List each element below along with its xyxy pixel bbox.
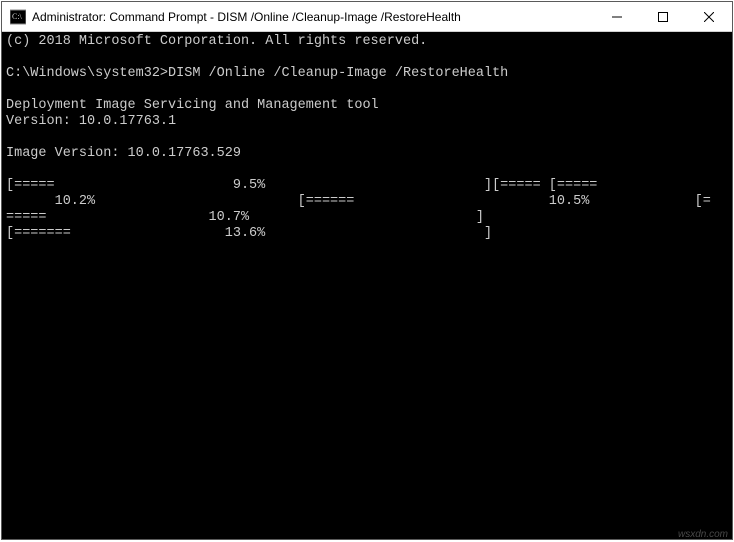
progress-line: 10.2% [====== 10.5% [= — [6, 194, 711, 209]
progress-line: [======= 13.6% ] — [6, 226, 492, 241]
tool-header: Deployment Image Servicing and Managemen… — [6, 98, 379, 113]
image-version-label: Image Version: — [6, 146, 119, 161]
progress-line: [===== 9.5% ][===== [===== — [6, 178, 719, 193]
svg-text:C:\: C:\ — [12, 12, 23, 21]
progress-line: ===== 10.7% ] — [6, 210, 484, 225]
tool-version-label: Version: — [6, 114, 71, 129]
titlebar[interactable]: C:\ Administrator: Command Prompt - DISM… — [2, 2, 732, 32]
window-title: Administrator: Command Prompt - DISM /On… — [32, 10, 594, 24]
window-frame: C:\ Administrator: Command Prompt - DISM… — [1, 1, 733, 540]
command-text: DISM /Online /Cleanup-Image /RestoreHeal… — [168, 66, 508, 81]
watermark: wsxdn.com — [678, 529, 728, 540]
prompt-path: C:\Windows\system32> — [6, 66, 168, 81]
window-controls — [594, 2, 732, 31]
copyright-line: (c) 2018 Microsoft Corporation. All righ… — [6, 34, 427, 49]
tool-version: 10.0.17763.1 — [79, 114, 176, 129]
close-button[interactable] — [686, 2, 732, 31]
terminal-area[interactable]: (c) 2018 Microsoft Corporation. All righ… — [2, 32, 732, 539]
maximize-button[interactable] — [640, 2, 686, 31]
image-version: 10.0.17763.529 — [128, 146, 241, 161]
minimize-button[interactable] — [594, 2, 640, 31]
cmd-icon: C:\ — [10, 9, 26, 25]
